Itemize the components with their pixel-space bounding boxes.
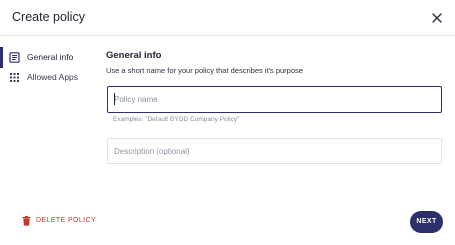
description-input[interactable] xyxy=(107,138,442,164)
sidebar: General info Allowed Apps xyxy=(0,37,92,205)
section-title: General info xyxy=(106,50,162,61)
text-caret xyxy=(114,93,115,105)
policy-name-helper: Examples: "Default BYOD Company Policy" xyxy=(113,116,240,123)
dialog-header: Create policy xyxy=(0,0,455,36)
dialog-title: Create policy xyxy=(12,10,85,24)
delete-policy-button[interactable]: DELETE POLICY xyxy=(22,213,122,229)
next-button[interactable]: NEXT xyxy=(410,211,443,233)
trash-icon xyxy=(22,216,31,226)
sidebar-item-label: General info xyxy=(27,52,74,62)
close-button[interactable] xyxy=(428,9,446,27)
close-icon xyxy=(432,13,442,23)
document-icon xyxy=(9,52,20,63)
grid-icon xyxy=(10,73,19,82)
policy-name-input[interactable] xyxy=(107,86,442,113)
section-description: Use a short name for your policy that de… xyxy=(106,66,303,75)
sidebar-item-general-info[interactable]: General info xyxy=(0,47,92,68)
delete-policy-label: DELETE POLICY xyxy=(36,217,97,224)
sidebar-item-allowed-apps[interactable]: Allowed Apps xyxy=(0,67,92,88)
sidebar-item-label: Allowed Apps xyxy=(27,72,79,82)
